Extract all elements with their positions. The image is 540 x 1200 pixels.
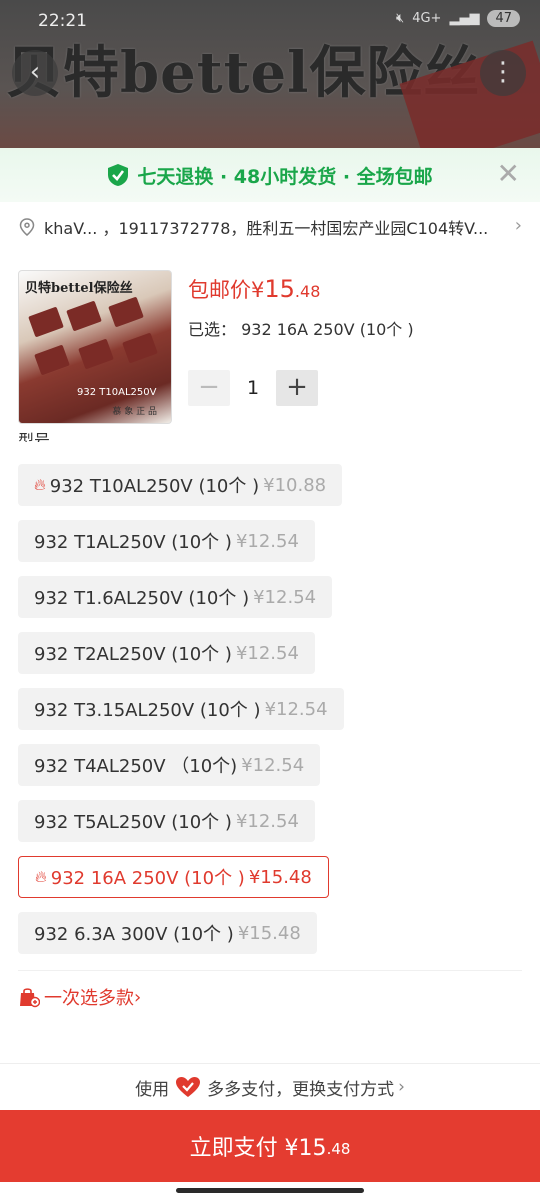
close-icon[interactable]: ✕ <box>497 160 520 188</box>
shopping-bag-plus-icon <box>20 988 40 1008</box>
mute-icon: 🔇︎ <box>396 11 405 26</box>
network-label: 4G+ <box>412 11 442 26</box>
multi-select-label: 一次选多款 <box>44 988 134 1009</box>
fuse-image <box>66 300 102 332</box>
home-indicator[interactable] <box>176 1188 364 1193</box>
sku-option[interactable]: 🔥︎ 932 T10AL250V (10个 ) ¥10.88 <box>18 464 343 506</box>
option-price: ¥12.54 <box>235 530 299 552</box>
option-name: 932 6.3A 300V (10个 ) <box>34 924 234 945</box>
duoduo-pay-icon <box>176 1077 201 1097</box>
option-name: 932 T5AL250V (10个 ) <box>34 812 232 833</box>
price-integer: 15 <box>264 275 295 303</box>
selected-prefix: 已选： <box>188 320 237 339</box>
shield-check-icon <box>108 164 129 186</box>
fuse-image <box>28 306 64 338</box>
quantity-stepper: − 1 + <box>188 370 318 406</box>
sku-option[interactable]: 932 T2AL250V (10个 ) ¥12.54 <box>18 632 315 674</box>
sku-option[interactable]: 932 T3.15AL250V (10个 ) ¥12.54 <box>18 688 344 730</box>
thumb-sub: 慕 象 正 品 <box>112 407 157 417</box>
sku-option[interactable]: 932 6.3A 300V (10个 ) ¥15.48 <box>18 912 317 954</box>
option-name: 932 T1.6AL250V (10个 ) <box>34 588 250 609</box>
payment-method: 多多支付，更换支付方式 <box>207 1079 395 1100</box>
fuse-image <box>108 296 144 328</box>
location-pin-icon <box>19 218 35 236</box>
product-thumbnail[interactable]: 贝特bettel保险丝 932 T10AL250V 慕 象 正 品 <box>18 270 172 424</box>
fuse-image <box>122 332 158 364</box>
pay-now-button[interactable]: 立即支付 ¥15.48 <box>0 1110 540 1182</box>
option-price: ¥12.54 <box>235 642 299 664</box>
option-price: ¥15.48 <box>237 922 301 944</box>
status-bar: 22:21 🔇︎ 4G+ ▂▄▆ 47 <box>0 0 540 44</box>
option-price: ¥15.48 <box>248 866 312 888</box>
chevron-right-icon: › <box>514 215 522 236</box>
status-icons: 🔇︎ 4G+ ▂▄▆ 47 <box>396 10 520 27</box>
sku-selector-sheet: 七天退换 · 48小时发货 · 全场包邮 ✕ khaV... ，19117372… <box>0 148 540 1200</box>
increase-button[interactable]: + <box>276 370 318 406</box>
option-name: 932 T1AL250V (10个 ) <box>34 532 232 553</box>
signal-icon: ▂▄▆ <box>449 11 480 26</box>
price-prefix: 包邮价 <box>188 278 251 302</box>
quantity-value[interactable]: 1 <box>230 377 276 399</box>
product-summary: 贝特bettel保险丝 932 T10AL250V 慕 象 正 品 包邮价¥15… <box>0 252 540 424</box>
option-name: 932 T3.15AL250V (10个 ) <box>34 700 261 721</box>
divider <box>18 970 522 971</box>
sku-option[interactable]: 932 T1AL250V (10个 ) ¥12.54 <box>18 520 315 562</box>
multi-select-link[interactable]: 一次选多款 › <box>18 984 141 1010</box>
promo-text: 七天退换 · 48小时发货 · 全场包邮 <box>137 165 433 188</box>
fire-icon: 🔥︎ <box>34 475 46 494</box>
promo-banner: 七天退换 · 48小时发货 · 全场包邮 ✕ <box>0 148 540 202</box>
pay-button-label: 立即支付 ¥15 <box>189 1136 327 1161</box>
divider <box>0 1063 540 1064</box>
price-decimal: .48 <box>294 282 321 301</box>
thumb-title: 贝特bettel保险丝 <box>25 281 133 296</box>
price-symbol: ¥ <box>251 278 265 302</box>
address-row[interactable]: khaV... ，19117372778，胜利五一村国宏产业园C104转V...… <box>0 202 540 252</box>
selected-sku: 已选： 932 16A 250V (10个 ) <box>188 316 414 340</box>
chevron-right-icon: › <box>398 1077 405 1097</box>
option-price: ¥12.54 <box>253 586 317 608</box>
back-button[interactable]: ‹ <box>12 50 58 96</box>
option-name: 932 T2AL250V (10个 ) <box>34 644 232 665</box>
chevron-right-icon: › <box>134 986 142 1008</box>
share-button[interactable]: ⋮ <box>480 50 526 96</box>
fuse-image <box>34 344 70 376</box>
section-label: 型号 <box>18 432 51 442</box>
option-name: 932 16A 250V (10个 ) <box>50 868 245 889</box>
address-text: khaV... ，19117372778，胜利五一村国宏产业园C104转V... <box>44 219 489 238</box>
sku-option[interactable]: 932 T5AL250V (10个 ) ¥12.54 <box>18 800 315 842</box>
sku-option[interactable]: 932 T4AL250V （10个) ¥12.54 <box>18 744 321 786</box>
selected-value: 932 16A 250V (10个 ) <box>241 320 414 339</box>
sku-option-selected[interactable]: 🔥︎ 932 16A 250V (10个 ) ¥15.48 <box>18 856 329 898</box>
fuse-image <box>78 338 114 370</box>
thumb-label: 932 T10AL250V <box>77 387 157 398</box>
fire-icon: 🔥︎ <box>35 867 47 886</box>
option-name: 932 T4AL250V （10个) <box>34 756 238 777</box>
battery-icon: 47 <box>487 10 520 27</box>
option-price: ¥12.54 <box>241 754 305 776</box>
option-price: ¥12.54 <box>264 698 328 720</box>
option-price: ¥10.88 <box>263 474 327 496</box>
price-display: 包邮价¥15.48 <box>188 274 320 304</box>
payment-method-row[interactable]: 使用 多多支付，更换支付方式 › <box>0 1072 540 1102</box>
option-price: ¥12.54 <box>235 810 299 832</box>
sku-option[interactable]: 932 T1.6AL250V (10个 ) ¥12.54 <box>18 576 333 618</box>
decrease-button[interactable]: − <box>188 370 230 406</box>
pay-button-decimal: .48 <box>326 1140 351 1158</box>
option-name: 932 T10AL250V (10个 ) <box>49 476 260 497</box>
payment-prefix: 使用 <box>135 1079 170 1100</box>
status-time: 22:21 <box>38 11 87 31</box>
